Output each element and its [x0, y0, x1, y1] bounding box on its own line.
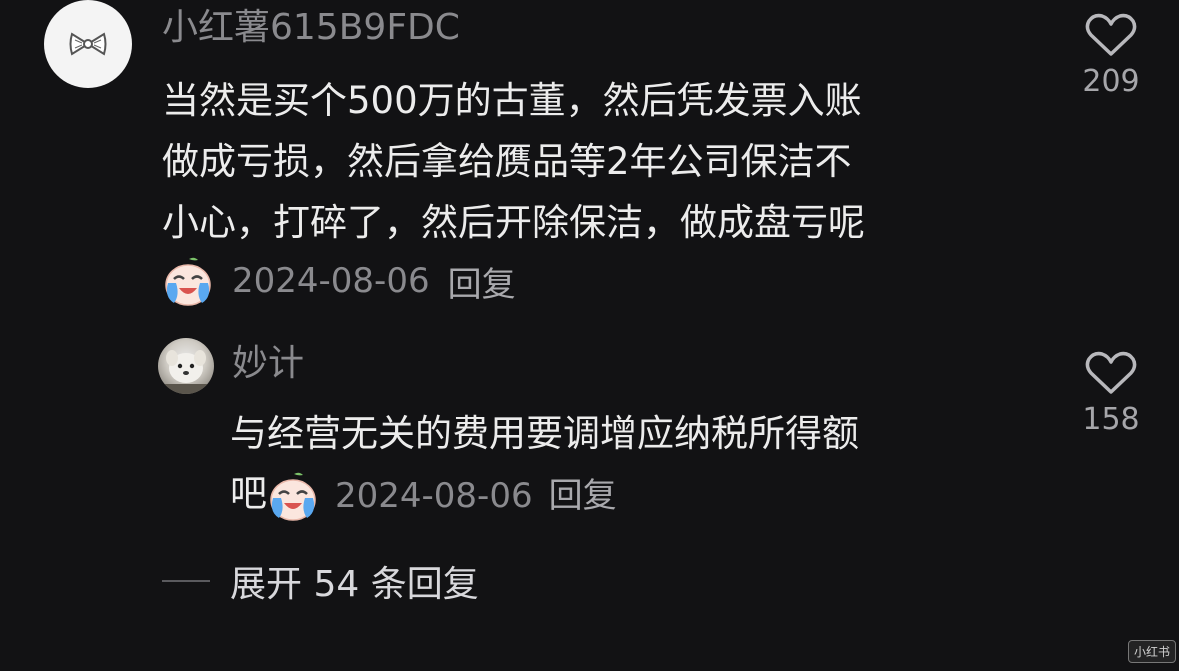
- expand-replies-button[interactable]: 展开 54 条回复: [162, 555, 479, 607]
- heart-icon: [1085, 13, 1137, 56]
- reply-date: 2024-08-06: [335, 475, 533, 516]
- reply-username[interactable]: 妙计: [232, 340, 304, 388]
- comment-username[interactable]: 小红薯615B9FDC: [162, 6, 460, 50]
- comment-text[interactable]: 当然是买个500万的古董，然后凭发票入账 做成亏损，然后拿给赝品等2年公司保洁不…: [162, 70, 1062, 253]
- user-avatar[interactable]: [44, 0, 132, 88]
- comment-line: 当然是买个500万的古董，然后凭发票入账: [162, 79, 862, 122]
- reply-text[interactable]: 与经营无关的费用要调增应纳税所得额 吧 2024-08-06 回复: [230, 404, 1030, 526]
- reply-meta: 2024-08-06 回复: [267, 466, 617, 526]
- crying-laughing-face-icon: [267, 470, 319, 522]
- reply-reply-button[interactable]: 回复: [549, 466, 617, 526]
- expand-divider: [162, 580, 210, 582]
- heart-icon: [1085, 351, 1137, 394]
- reply-like-button[interactable]: 158: [1071, 350, 1151, 437]
- crying-laughing-face-icon: [162, 255, 214, 307]
- comment-line: 做成亏损，然后拿给赝品等2年公司保洁不: [162, 140, 852, 183]
- bow-icon: [69, 32, 107, 56]
- comment-meta: 2024-08-06 回复: [162, 255, 516, 307]
- like-button[interactable]: 209: [1071, 12, 1151, 99]
- comment-date: 2024-08-06: [232, 261, 430, 301]
- like-count: 209: [1082, 64, 1140, 99]
- reply-line: 吧: [230, 472, 267, 515]
- reply-user-avatar[interactable]: [158, 338, 214, 394]
- expand-replies-label: 展开 54 条回复: [230, 564, 479, 605]
- comment-line: 小心，打碎了，然后开除保洁，做成盘亏呢: [162, 201, 865, 244]
- reply-like-count: 158: [1082, 402, 1140, 437]
- reply-line: 与经营无关的费用要调增应纳税所得额: [230, 412, 859, 455]
- watermark-logo: 小红书: [1128, 640, 1177, 663]
- reply-button[interactable]: 回复: [448, 257, 516, 306]
